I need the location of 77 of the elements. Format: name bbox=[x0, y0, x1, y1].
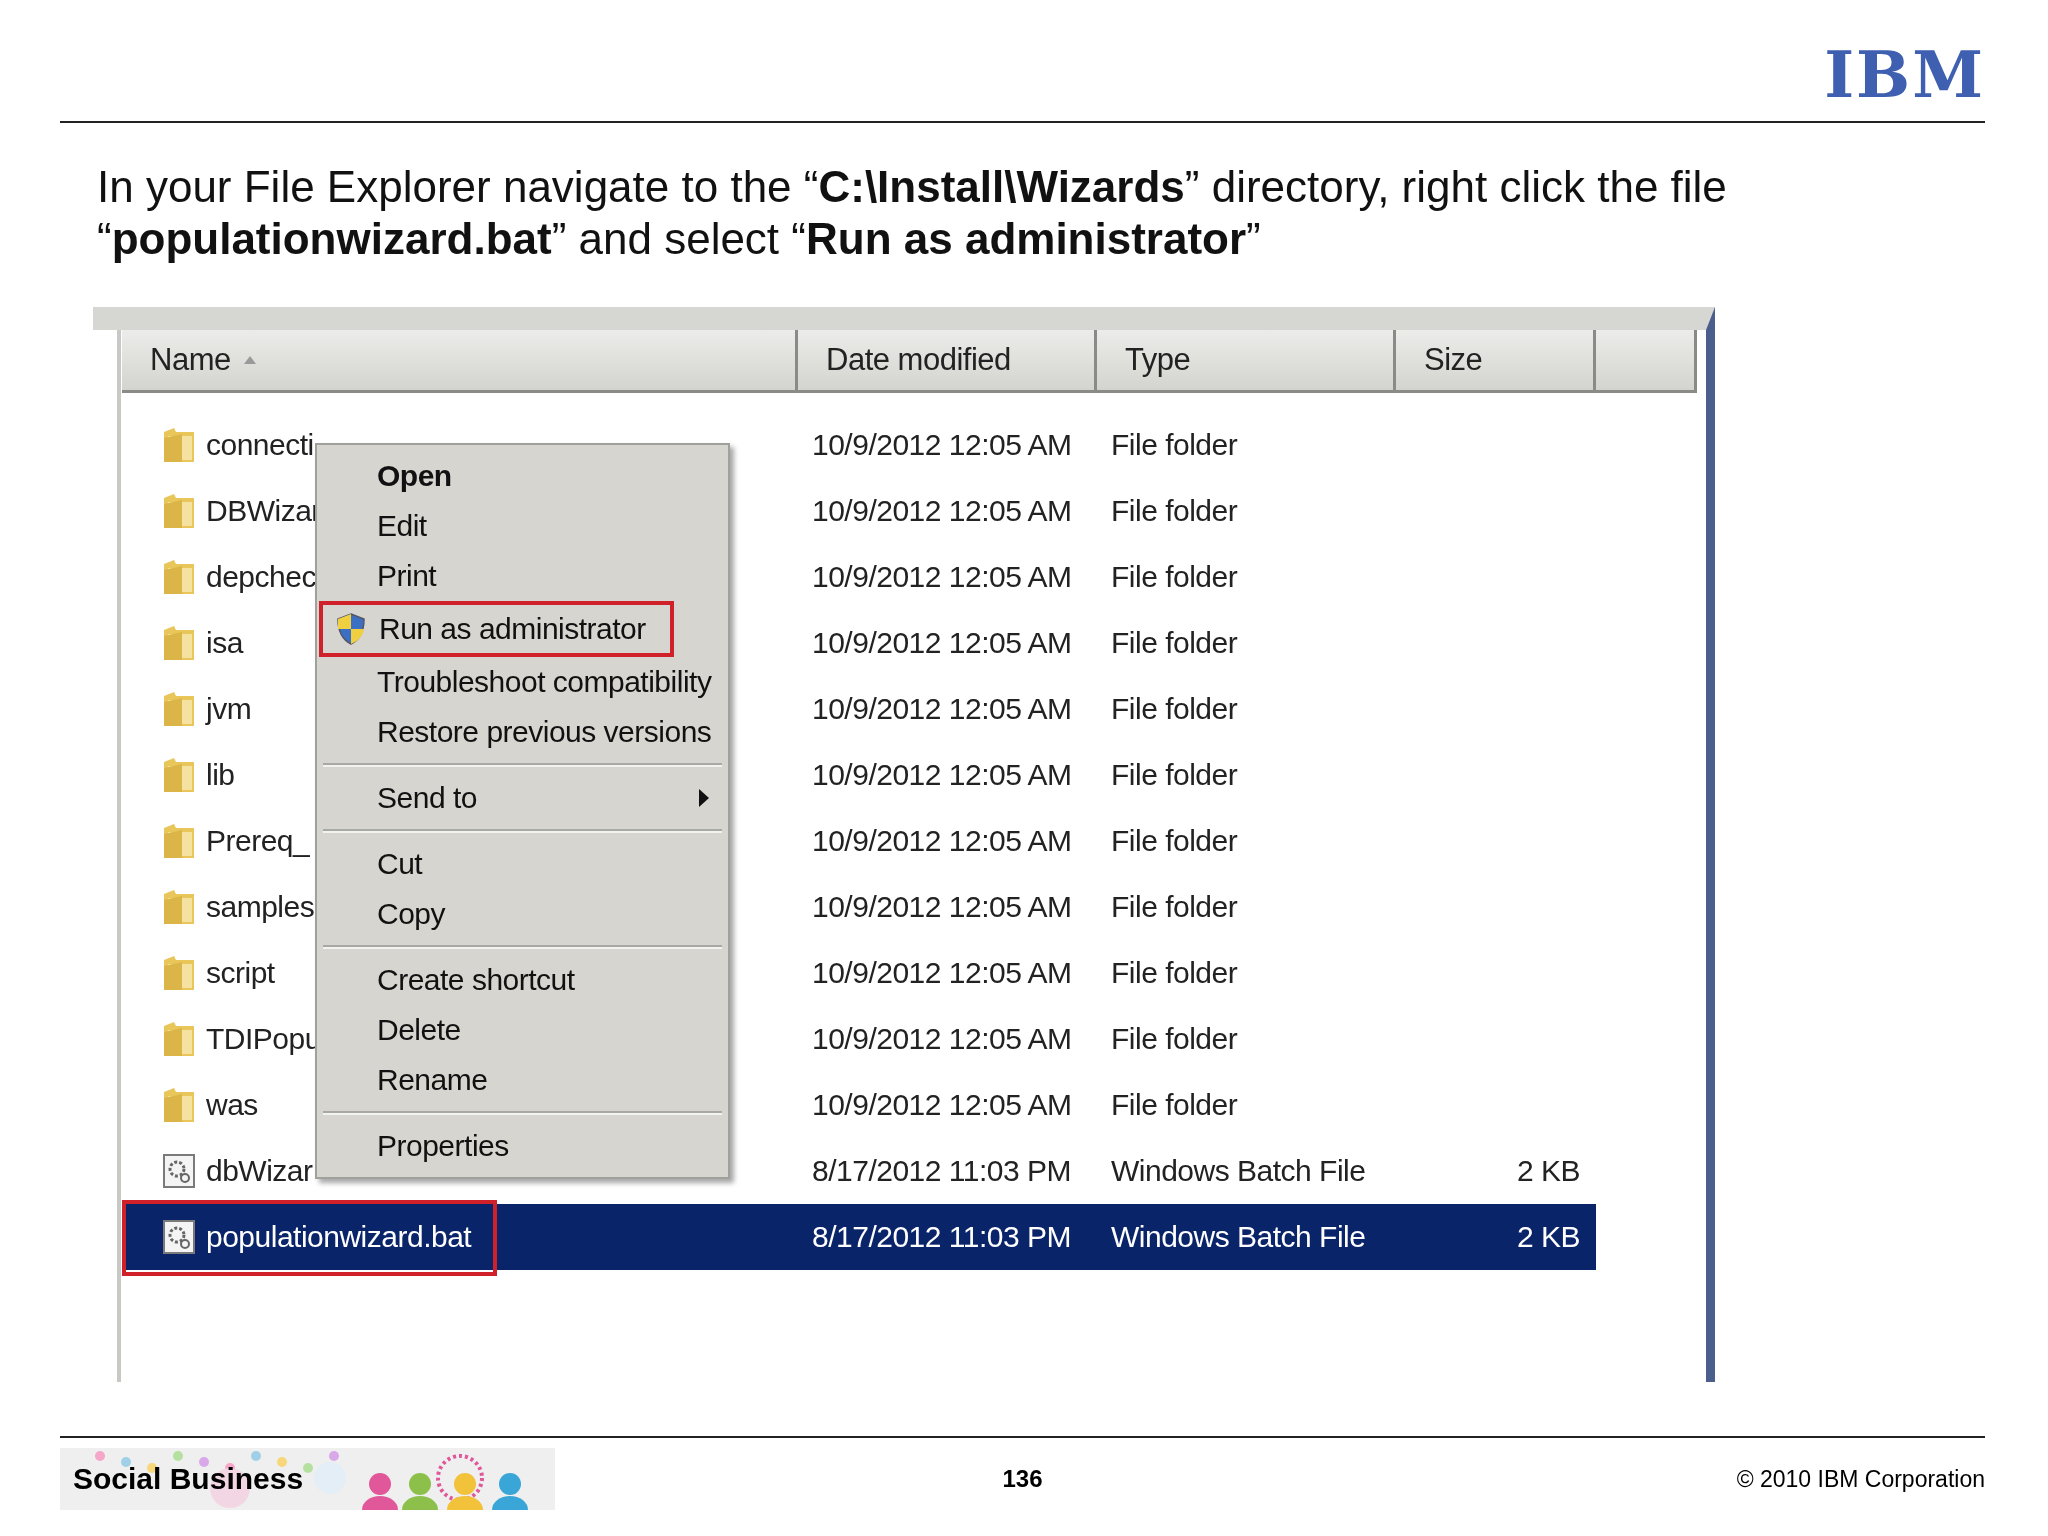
shield-icon bbox=[335, 612, 367, 646]
date-modified: 10/9/2012 12:05 AM bbox=[812, 890, 1072, 924]
folder-icon bbox=[162, 1020, 196, 1058]
file-name[interactable]: lib bbox=[206, 758, 235, 792]
folder-icon bbox=[162, 624, 196, 662]
file-type: File folder bbox=[1111, 1022, 1238, 1056]
page-number: 136 bbox=[1002, 1465, 1043, 1493]
menu-item[interactable]: Create shortcut bbox=[321, 955, 724, 1005]
folder-icon bbox=[162, 954, 196, 992]
copyright-text: © 2010 IBM Corporation bbox=[1736, 1465, 1985, 1493]
date-modified: 10/9/2012 12:05 AM bbox=[812, 758, 1072, 792]
file-name[interactable]: isa bbox=[206, 626, 243, 660]
file-name[interactable]: script bbox=[206, 956, 275, 990]
instruction-text: In your File Explorer navigate to the “C:\Install\Wizards” directory, right click the file “populationwizard.bat” and select “Run as administrator” bbox=[97, 161, 1728, 265]
menu-item[interactable]: Print bbox=[321, 551, 724, 601]
date-modified: 8/17/2012 11:03 PM bbox=[812, 1154, 1071, 1188]
date-modified: 10/9/2012 12:05 AM bbox=[812, 626, 1072, 660]
file-type: File folder bbox=[1111, 692, 1238, 726]
file-name[interactable]: connecti bbox=[206, 428, 314, 462]
file-type: File folder bbox=[1111, 956, 1238, 990]
batch-file-icon bbox=[162, 1219, 196, 1255]
date-modified: 10/9/2012 12:05 AM bbox=[812, 494, 1072, 528]
folder-icon bbox=[162, 1086, 196, 1124]
file-name[interactable]: Prereq_ bbox=[206, 824, 310, 858]
file-type: File folder bbox=[1111, 1088, 1238, 1122]
column-header[interactable]: Date modified bbox=[798, 330, 1097, 393]
column-header[interactable]: Size bbox=[1396, 330, 1596, 393]
file-size: 2 KB bbox=[1516, 1154, 1580, 1188]
column-header[interactable]: Name bbox=[122, 330, 798, 393]
company-logo: IBM bbox=[1824, 44, 1985, 106]
sort-arrow-icon bbox=[242, 355, 257, 365]
file-type: File folder bbox=[1111, 758, 1238, 792]
folder-icon bbox=[162, 690, 196, 728]
menu-item[interactable]: Copy bbox=[321, 889, 724, 939]
date-modified: 10/9/2012 12:05 AM bbox=[812, 692, 1072, 726]
batch-file-icon bbox=[162, 1153, 196, 1189]
file-type: File folder bbox=[1111, 428, 1238, 462]
menu-item[interactable]: Open bbox=[321, 451, 724, 501]
file-name[interactable]: dbWizar bbox=[206, 1154, 313, 1188]
menu-item[interactable]: Properties bbox=[321, 1121, 724, 1171]
file-name[interactable]: was bbox=[206, 1088, 258, 1122]
banner-title: Social Business bbox=[73, 1462, 304, 1496]
date-modified: 10/9/2012 12:05 AM bbox=[812, 1022, 1072, 1056]
file-name[interactable]: jvm bbox=[206, 692, 252, 726]
menu-item[interactable]: Delete bbox=[321, 1005, 724, 1055]
date-modified: 10/9/2012 12:05 AM bbox=[812, 824, 1072, 858]
submenu-arrow-icon bbox=[698, 788, 710, 808]
folder-icon bbox=[162, 756, 196, 794]
column-header[interactable]: Type bbox=[1097, 330, 1396, 393]
menu-item[interactable]: Edit bbox=[321, 501, 724, 551]
file-name[interactable]: populationwizard.bat bbox=[206, 1220, 472, 1254]
date-modified: 8/17/2012 11:03 PM bbox=[812, 1220, 1071, 1254]
file-name[interactable]: depchec bbox=[206, 560, 316, 594]
file-type: File folder bbox=[1111, 560, 1238, 594]
folder-icon bbox=[162, 492, 196, 530]
date-modified: 10/9/2012 12:05 AM bbox=[812, 428, 1072, 462]
date-modified: 10/9/2012 12:05 AM bbox=[812, 560, 1072, 594]
folder-icon bbox=[162, 558, 196, 596]
date-modified: 10/9/2012 12:05 AM bbox=[812, 956, 1072, 990]
menu-item[interactable]: Rename bbox=[321, 1055, 724, 1105]
date-modified: 10/9/2012 12:05 AM bbox=[812, 1088, 1072, 1122]
menu-item[interactable]: Restore previous versions bbox=[321, 707, 724, 757]
menu-item[interactable]: Troubleshoot compatibility bbox=[321, 657, 724, 707]
file-type: File folder bbox=[1111, 626, 1238, 660]
file-type: File folder bbox=[1111, 890, 1238, 924]
file-type: Windows Batch File bbox=[1111, 1154, 1366, 1188]
folder-icon bbox=[162, 888, 196, 926]
folder-icon bbox=[162, 426, 196, 464]
file-size: 2 KB bbox=[1516, 1220, 1580, 1254]
file-name[interactable]: samples bbox=[206, 890, 315, 924]
menu-item[interactable]: Send to bbox=[321, 773, 724, 823]
file-type: Windows Batch File bbox=[1111, 1220, 1366, 1254]
file-type: File folder bbox=[1111, 494, 1238, 528]
menu-item[interactable]: Cut bbox=[321, 839, 724, 889]
folder-icon bbox=[162, 822, 196, 860]
menu-item[interactable]: Run as administrator bbox=[319, 601, 674, 657]
file-type: File folder bbox=[1111, 824, 1238, 858]
